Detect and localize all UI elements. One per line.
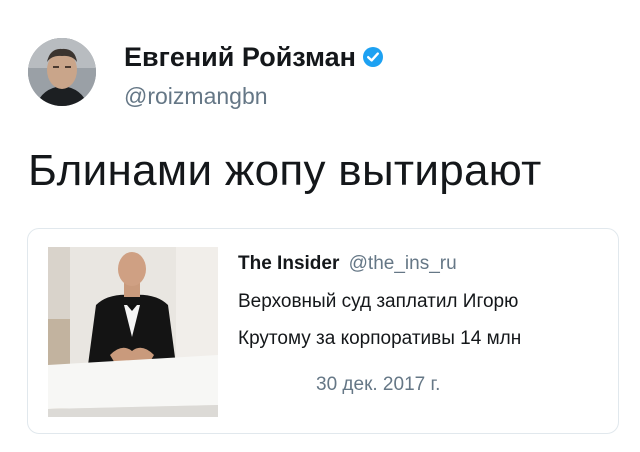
quoted-author-handle: @the_ins_ru [348,253,457,274]
quoted-tweet-header: The Insider @the_ins_ru [238,253,457,275]
avatar-photo [28,38,96,106]
author-handle[interactable]: @roizmangbn [124,83,268,110]
verified-badge-icon [363,47,383,67]
avatar[interactable] [28,38,96,106]
author-name-text: Евгений Ройзман [124,42,356,72]
quoted-tweet-date: 30 дек. 2017 г. [316,374,441,395]
quoted-tweet-image [48,247,218,417]
tweet-text: Блинами жопу вытирают [28,146,542,195]
quoted-tweet-text-line-2: Крутому за корпоративы 14 млн [238,328,522,349]
quoted-tweet-card[interactable]: The Insider @the_ins_ru Верховный суд за… [27,228,619,434]
author-name[interactable]: Евгений Ройзман [124,42,384,73]
quoted-tweet-text-line-1: Верховный суд заплатил Игорю [238,291,519,312]
quoted-author-name: The Insider [238,253,340,274]
